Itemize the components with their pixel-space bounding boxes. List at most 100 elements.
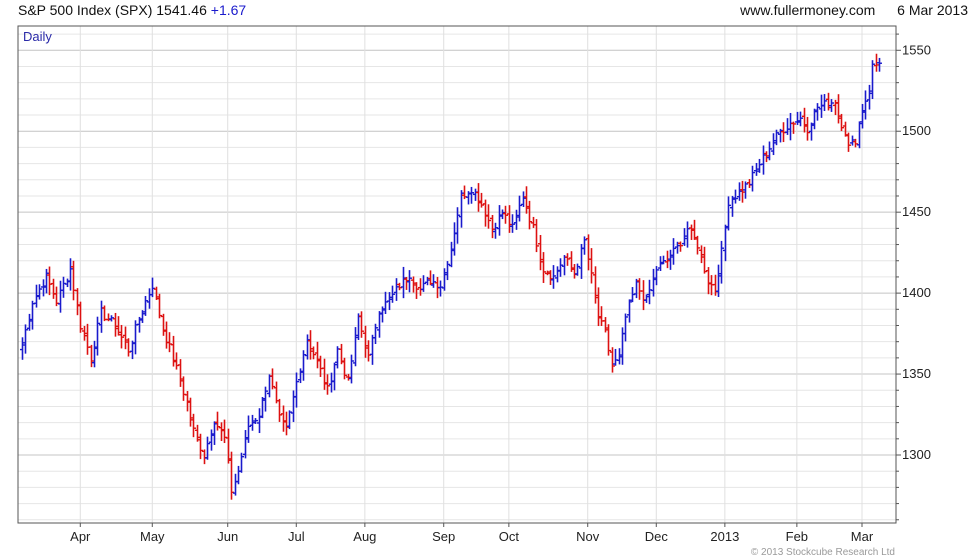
- ohlc-bar: [404, 276, 409, 290]
- ohlc-bar: [857, 121, 862, 149]
- ohlc-bar: [623, 313, 628, 342]
- ohlc-bar: [644, 294, 649, 303]
- ohlc-bar: [503, 205, 508, 224]
- ohlc-bar: [147, 288, 152, 309]
- ohlc-bar: [493, 222, 498, 239]
- period-label: Daily: [23, 29, 52, 44]
- ohlc-bar: [867, 84, 872, 110]
- ohlc-bar: [565, 253, 570, 266]
- ohlc-bar: [174, 352, 179, 370]
- ohlc-bar: [209, 429, 214, 451]
- ohlc-bar: [442, 268, 447, 291]
- ohlc-bar: [541, 252, 546, 283]
- ohlc-bar: [92, 340, 97, 368]
- ohlc-bar: [47, 266, 52, 296]
- ohlc-bar: [692, 219, 697, 240]
- ohlc-bar: [281, 405, 286, 432]
- ohlc-bar: [394, 278, 399, 301]
- ohlc-bar: [658, 256, 663, 272]
- ohlc-bar: [682, 228, 687, 246]
- y-tick-label: 1400: [902, 285, 931, 300]
- ohlc-chart: 1300 1350 1400 1450 1500 1550 Apr May Jun Jul Aug…: [17, 25, 931, 558]
- ohlc-bar: [555, 266, 560, 283]
- ohlc-bar: [730, 195, 735, 217]
- ohlc-bar: [106, 313, 111, 322]
- ohlc-bar: [202, 449, 207, 465]
- plot-frame: [17, 25, 897, 524]
- ohlc-bar: [277, 398, 282, 422]
- ohlc-bar: [661, 255, 666, 265]
- ohlc-bar: [521, 191, 526, 208]
- ohlc-bar: [390, 285, 395, 303]
- ohlc-bar: [510, 214, 515, 233]
- y-tick-label: 1350: [902, 366, 931, 381]
- ohlc-bar: [668, 249, 673, 270]
- x-tick-label: Jun: [217, 529, 238, 544]
- ohlc-bar: [123, 326, 128, 350]
- ohlc-bar: [723, 224, 728, 262]
- ohlc-bar: [750, 165, 755, 192]
- ohlc-bar: [761, 145, 766, 175]
- ohlc-bar: [58, 280, 63, 313]
- ohlc-bar: [647, 279, 652, 305]
- ohlc-bar: [71, 260, 76, 301]
- ohlc-bar: [527, 200, 532, 230]
- y-tick-label: 1550: [902, 42, 931, 57]
- ohlc-bar: [798, 111, 803, 127]
- ohlc-bar: [469, 186, 474, 204]
- ohlc-bar: [99, 300, 104, 333]
- ohlc-bar: [812, 108, 817, 130]
- ohlc-bar: [308, 330, 313, 360]
- ohlc-bar: [421, 275, 426, 292]
- ohlc-bar: [634, 278, 639, 299]
- ohlc-bar: [383, 291, 388, 314]
- ohlc-bar: [219, 422, 224, 442]
- ohlc-bar: [78, 301, 83, 333]
- ohlc-bar: [305, 334, 310, 360]
- ohlc-bar: [414, 282, 419, 299]
- ohlc-bar: [284, 411, 289, 436]
- ohlc-bar: [236, 465, 241, 485]
- ohlc-bar: [860, 103, 865, 129]
- x-tick-label: Feb: [786, 529, 808, 544]
- ohlc-bar: [181, 376, 186, 401]
- x-tick-label: Mar: [851, 529, 874, 544]
- ohlc-bar: [161, 313, 166, 336]
- ohlc-bar: [689, 224, 694, 240]
- ohlc-bar: [802, 107, 807, 133]
- ohlc-bar: [89, 344, 94, 368]
- ohlc-bar: [449, 241, 454, 268]
- ohlc-bar: [572, 264, 577, 279]
- ohlc-bar: [517, 195, 522, 222]
- y-tick-label: 1450: [902, 204, 931, 219]
- ohlc-bar: [795, 111, 800, 125]
- ohlc-bar: [754, 162, 759, 176]
- ohlc-bar: [61, 276, 66, 298]
- ohlc-bar: [788, 112, 793, 141]
- ohlc-bar: [205, 436, 210, 460]
- ohlc-bar: [589, 248, 594, 284]
- ohlc-bar: [695, 235, 700, 255]
- ohlc-bar: [627, 299, 632, 323]
- x-tick-label: 2013: [710, 529, 739, 544]
- ohlc-bar: [267, 374, 272, 398]
- ohlc-bar: [713, 274, 718, 296]
- ohlc-bar: [102, 305, 107, 322]
- ohlc-bar: [140, 310, 145, 323]
- ohlc-bar: [95, 316, 100, 356]
- ohlc-bar: [243, 430, 248, 459]
- ohlc-bar: [119, 324, 124, 349]
- ohlc-bar: [685, 221, 690, 248]
- ohlc-bar: [126, 338, 131, 357]
- ohlc-bar: [606, 324, 611, 356]
- ohlc-bar: [473, 188, 478, 201]
- ohlc-bar: [771, 133, 776, 156]
- ohlc-bar: [524, 186, 529, 214]
- ohlc-bar: [548, 270, 553, 285]
- ohlc-bar: [822, 94, 827, 111]
- x-tick-label: Apr: [70, 529, 91, 544]
- ohlc-bar: [51, 278, 56, 299]
- ohlc-bar: [654, 266, 659, 286]
- ohlc-bar: [764, 151, 769, 163]
- ohlc-bar: [455, 207, 460, 244]
